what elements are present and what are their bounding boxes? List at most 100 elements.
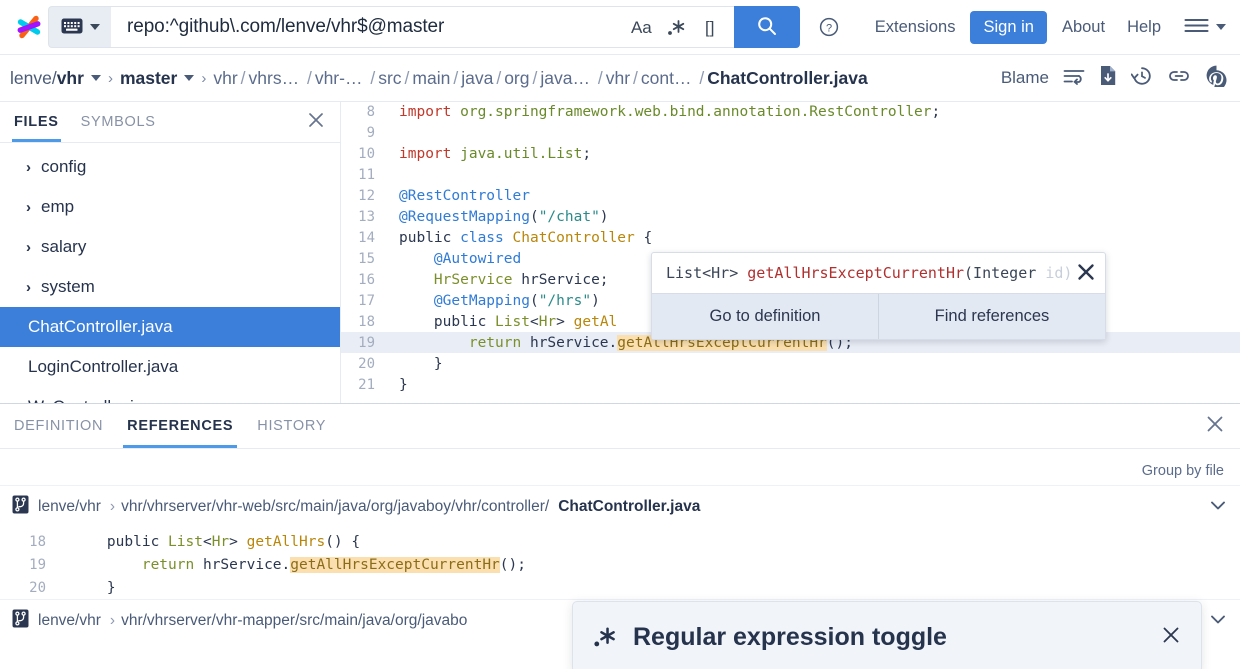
line-number: 21 [341, 377, 389, 393]
signature-method-name: getAllHrsExceptCurrentHr [747, 264, 964, 282]
code-line: 20 } [0, 576, 1240, 599]
code-text: @GetMapping("/hrs") [389, 293, 600, 309]
chevron-down-icon[interactable] [1210, 498, 1226, 516]
breadcrumb-separator: › [108, 70, 113, 87]
code-text: } [62, 580, 116, 596]
copy-link-icon[interactable] [1167, 67, 1191, 90]
code-line: 20 } [341, 353, 1240, 374]
chevron-right-icon: › [26, 279, 31, 296]
path-part-4[interactable]: main [412, 68, 450, 89]
code-token: public [399, 230, 460, 246]
line-number: 17 [341, 293, 389, 309]
code-line: 12@RestController [341, 185, 1240, 206]
about-link[interactable]: About [1051, 18, 1116, 37]
tab-references[interactable]: REFERENCES [127, 404, 233, 448]
code-token: org.springframework.web.bind.annotation.… [460, 104, 931, 120]
code-lines: import org.springframework.web.bind.anno… [341, 102, 1240, 395]
download-file-icon[interactable] [1099, 65, 1117, 91]
path-part-2[interactable]: vhr-… [315, 68, 363, 89]
code-line: 11 [341, 164, 1240, 185]
main-menu-button[interactable] [1184, 17, 1228, 37]
blame-button[interactable]: Blame [1001, 68, 1049, 88]
sidebar-dir-salary[interactable]: ›salary [0, 227, 340, 267]
highlighted-symbol[interactable]: getAllHrsExceptCurrentHr [290, 557, 500, 573]
sign-in-button[interactable]: Sign in [970, 11, 1046, 44]
code-token [72, 557, 142, 573]
code-text: public List<Hr> getAllHrs() { [62, 534, 360, 550]
question-circle-icon[interactable]: ? [818, 16, 840, 38]
code-text: } [389, 356, 443, 372]
sidebar-file-wscontroller[interactable]: WsController.java [0, 387, 340, 403]
code-token: ( [530, 293, 539, 309]
path-slash: / [302, 68, 312, 89]
sidebar-file-chatcontroller[interactable]: ChatController.java [0, 307, 340, 347]
find-references-button[interactable]: Find references [878, 294, 1105, 339]
tab-files[interactable]: FILES [14, 102, 59, 142]
code-token: java.util.List [460, 146, 582, 162]
sourcegraph-logo-icon[interactable] [10, 8, 48, 46]
line-number: 15 [341, 251, 389, 267]
repo-chevron-down-icon[interactable] [91, 75, 101, 81]
reference-group-chatcontroller[interactable]: lenve/vhr›vhr/vhrserver/vhr-web/src/main… [0, 485, 1240, 528]
chevron-down-icon [90, 24, 100, 30]
help-link[interactable]: Help [1116, 18, 1172, 37]
path-part-8[interactable]: vhr [606, 68, 630, 89]
code-line: 18 public List<Hr> getAllHrs() { [0, 530, 1240, 553]
toast-message: Regular expression toggle [633, 623, 947, 652]
close-icon[interactable] [1075, 261, 1097, 287]
breadcrumb-branch[interactable]: master [120, 68, 177, 89]
close-icon[interactable] [306, 110, 326, 134]
history-clock-icon[interactable] [1131, 65, 1153, 92]
branch-chevron-down-icon[interactable] [184, 75, 194, 81]
path-slash: / [453, 68, 458, 89]
path-part-7[interactable]: java… [540, 68, 590, 89]
code-token: ; [582, 146, 591, 162]
top-nav-links: Extensions Sign in About Help [864, 11, 1172, 44]
line-number: 19 [0, 557, 62, 573]
breadcrumb-separator-2: › [201, 70, 206, 87]
hover-signature: List<Hr> getAllHrsExceptCurrentHr(Intege… [652, 253, 1105, 293]
sourcegraph-app: repo:^github\.com/lenve/vhr$@master Aa [… [0, 0, 1240, 669]
search-input[interactable]: repo:^github\.com/lenve/vhr$@master [111, 6, 625, 48]
sidebar-file-logincontroller[interactable]: LoginController.java [0, 347, 340, 387]
search-submit-button[interactable] [734, 6, 800, 48]
close-icon[interactable] [1204, 413, 1226, 439]
case-sensitivity-toggle[interactable]: Aa [631, 19, 652, 36]
signature-args-fade: id) [1045, 264, 1072, 282]
breadcrumb-repo[interactable]: lenve/vhr [10, 68, 84, 89]
path-part-5[interactable]: java [461, 68, 493, 89]
code-token: hrService; [513, 272, 609, 288]
path-part-3[interactable]: src [378, 68, 401, 89]
group-by-file-toggle[interactable]: Group by file [0, 449, 1240, 485]
sidebar-dir-system[interactable]: ›system [0, 267, 340, 307]
line-number: 14 [341, 230, 389, 246]
code-token: () { [325, 534, 360, 550]
path-part-6[interactable]: org [504, 68, 529, 89]
tab-history[interactable]: HISTORY [257, 404, 326, 448]
go-to-definition-button[interactable]: Go to definition [652, 294, 878, 339]
code-token: < [203, 534, 212, 550]
sidebar-dir-config[interactable]: ›config [0, 147, 340, 187]
hover-action-buttons: Go to definition Find references [652, 293, 1105, 339]
path-part-0[interactable]: vhr [213, 68, 237, 89]
hamburger-menu-icon [1184, 17, 1209, 37]
code-line: 9 [341, 122, 1240, 143]
sidebar-item-label: salary [41, 237, 86, 257]
search-context-button[interactable] [48, 6, 111, 48]
sidebar-dir-emp[interactable]: ›emp [0, 187, 340, 227]
chevron-down-icon[interactable] [1210, 612, 1226, 630]
word-wrap-icon[interactable] [1063, 67, 1085, 90]
line-number: 13 [341, 209, 389, 225]
path-part-1[interactable]: vhrs… [249, 68, 300, 89]
group-by-file-label: Group by file [1142, 463, 1224, 479]
path-part-9[interactable]: cont… [641, 68, 692, 89]
github-icon[interactable] [1205, 64, 1228, 92]
tab-definition[interactable]: DEFINITION [14, 404, 103, 448]
regular-expression-toggle[interactable] [667, 18, 686, 37]
tab-symbols[interactable]: SYMBOLS [81, 102, 156, 142]
code-text: import java.util.List; [389, 146, 591, 162]
toast-notification: Regular expression toggle [572, 601, 1202, 669]
extensions-link[interactable]: Extensions [864, 18, 967, 37]
structural-search-toggle[interactable]: [] [701, 19, 719, 36]
close-icon[interactable] [1159, 623, 1183, 652]
